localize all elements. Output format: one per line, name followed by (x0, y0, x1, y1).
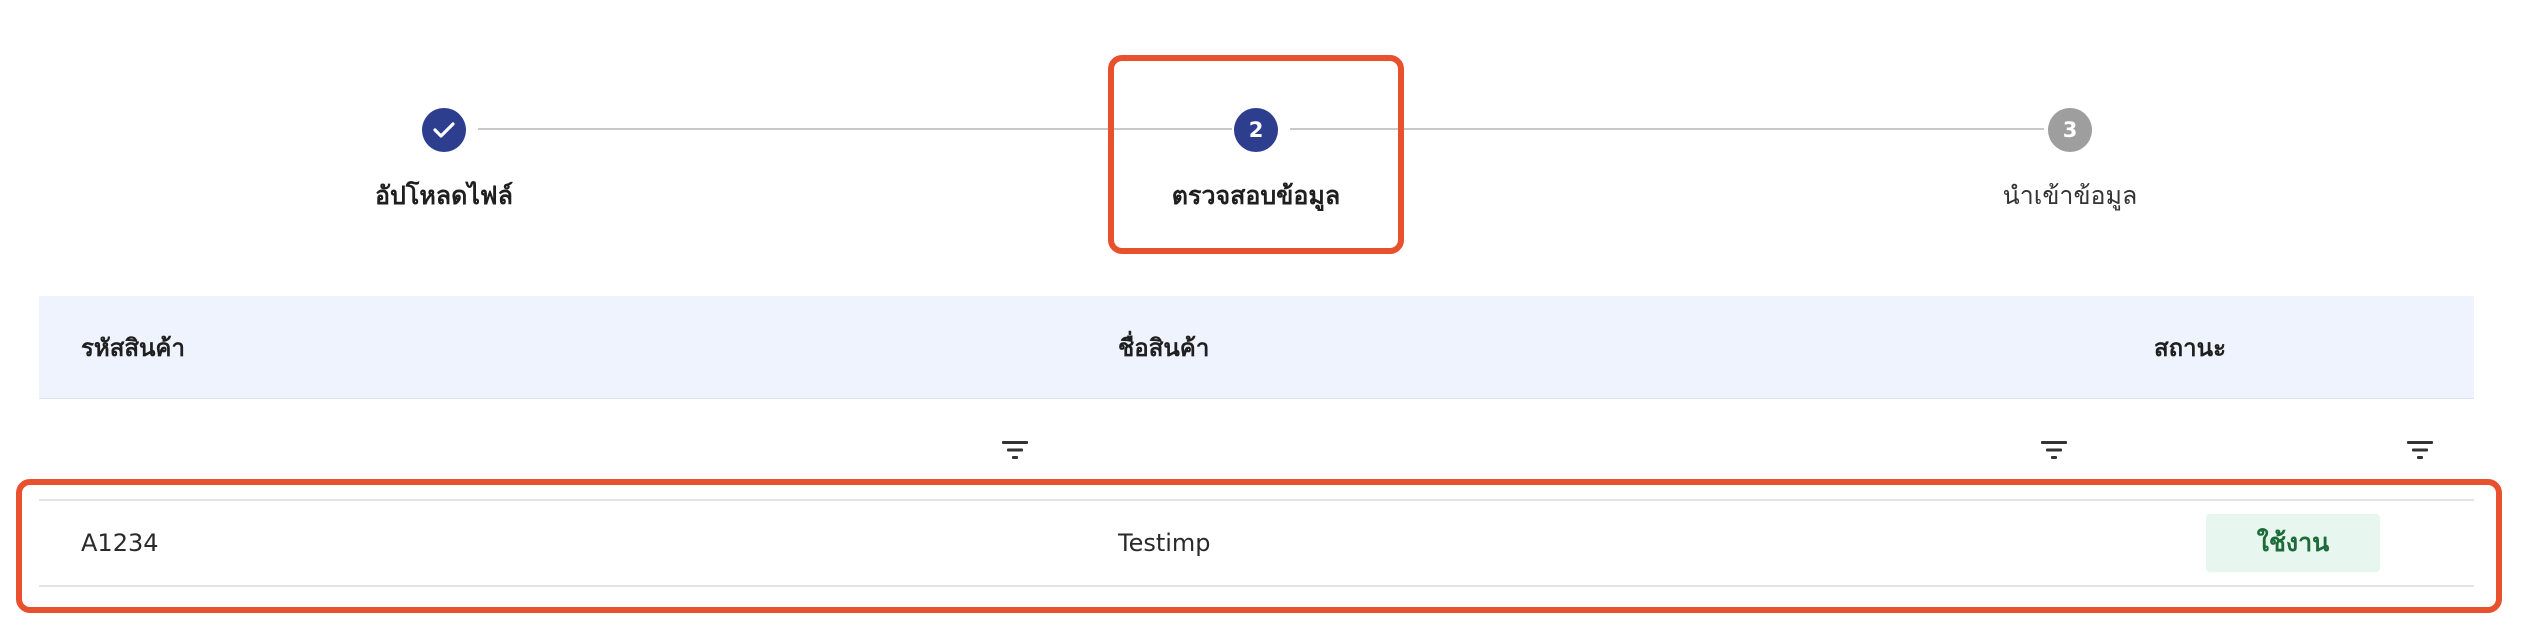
import-stepper: อัปโหลดไฟล์ 2 ตรวจสอบข้อมูล 3 นำเข้าข้อม… (0, 0, 2521, 260)
step-2-label: ตรวจสอบข้อมูล (1171, 181, 1341, 210)
step-3-circle: 3 (2048, 108, 2092, 152)
table-row[interactable]: A1234 Testimp ใช้งาน (39, 501, 2474, 587)
table-header: รหัสสินค้า ชื่อสินค้า สถานะ (39, 296, 2474, 399)
cell-status: ใช้งาน (2206, 501, 2380, 585)
table-filter-row (39, 399, 2474, 501)
cell-product-code: A1234 (81, 529, 159, 557)
column-header-product-name[interactable]: ชื่อสินค้า (1118, 296, 1209, 398)
step-upload-file[interactable]: อัปโหลดไฟล์ (244, 108, 644, 214)
status-badge: ใช้งาน (2206, 514, 2380, 572)
step-1-complete-circle (422, 108, 466, 152)
step-verify-data[interactable]: 2 ตรวจสอบข้อมูล (1056, 108, 1456, 214)
filter-icon[interactable] (1000, 437, 1030, 463)
filter-icon[interactable] (2039, 437, 2069, 463)
check-icon (433, 122, 455, 138)
step-2-circle: 2 (1234, 108, 1278, 152)
column-header-product-code[interactable]: รหัสสินค้า (81, 296, 185, 398)
filter-icon[interactable] (2405, 437, 2435, 463)
product-table: รหัสสินค้า ชื่อสินค้า สถานะ A1234 Testim… (39, 296, 2474, 587)
step-3-label: นำเข้าข้อมูล (2002, 181, 2138, 210)
column-header-status[interactable]: สถานะ (2154, 296, 2226, 398)
import-page: อัปโหลดไฟล์ 2 ตรวจสอบข้อมูล 3 นำเข้าข้อม… (0, 0, 2521, 636)
cell-product-name: Testimp (1118, 529, 1211, 557)
step-1-label: อัปโหลดไฟล์ (375, 181, 513, 210)
step-import-data[interactable]: 3 นำเข้าข้อมูล (1870, 108, 2270, 214)
